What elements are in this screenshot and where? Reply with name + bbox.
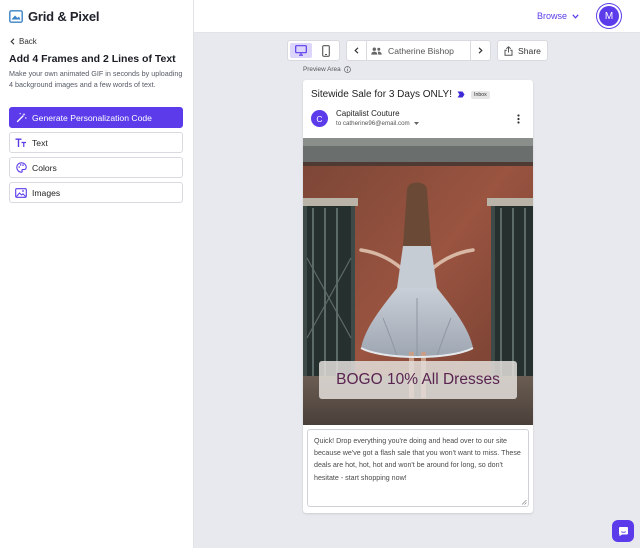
back-link[interactable]: Back <box>10 37 37 46</box>
preview-area-text: Preview Area <box>303 66 341 73</box>
text-format-icon <box>15 137 27 149</box>
more-options-icon[interactable] <box>517 114 520 124</box>
image-icon <box>15 187 27 199</box>
mobile-icon <box>322 44 330 57</box>
chevron-right-icon <box>478 47 483 54</box>
persona-selector: Catherine Bishop <box>346 40 491 61</box>
chevron-down-icon <box>572 13 579 19</box>
chevron-left-icon <box>10 38 15 45</box>
next-persona-button[interactable] <box>470 41 490 60</box>
magic-wand-icon <box>15 112 27 124</box>
resize-grip-icon[interactable] <box>521 499 527 505</box>
email-subject-row: Sitewide Sale for 3 Days ONLY! Inbox <box>311 89 490 100</box>
sender-avatar: C <box>311 110 328 127</box>
back-label: Back <box>19 37 37 46</box>
email-subject: Sitewide Sale for 3 Days ONLY! <box>311 89 452 100</box>
prev-persona-button[interactable] <box>347 41 367 60</box>
panel-description: Make your own animated GIF in seconds by… <box>9 69 183 89</box>
desktop-view-button[interactable] <box>290 43 312 58</box>
chat-support-button[interactable] <box>612 520 634 542</box>
chevron-left-icon <box>354 47 359 54</box>
browse-menu[interactable]: Browse <box>537 11 579 21</box>
colors-label: Colors <box>32 162 57 173</box>
text-button[interactable]: Text <box>9 132 183 153</box>
share-label: Share <box>518 45 541 56</box>
users-icon <box>371 47 382 55</box>
recipient-line: to catherine96@email.com <box>336 120 419 127</box>
chat-icon <box>618 526 628 536</box>
top-bar: Browse M <box>194 0 640 33</box>
persona-dropdown[interactable]: Catherine Bishop <box>367 46 470 56</box>
browse-label: Browse <box>537 11 568 21</box>
hero-overlay-text: BOGO 10% All Dresses <box>319 361 517 399</box>
generate-code-label: Generate Personalization Code <box>32 112 152 123</box>
info-icon[interactable] <box>343 66 351 73</box>
email-body-text: Quick! Drop everything you're doing and … <box>314 437 521 482</box>
logo-text: Grid & Pixel <box>28 9 100 24</box>
important-marker-icon <box>457 91 465 98</box>
panel-heading: Add 4 Frames and 2 Lines of Text <box>9 53 176 65</box>
logo-icon <box>9 10 23 23</box>
email-preview: Sitewide Sale for 3 Days ONLY! Inbox C C… <box>303 80 533 513</box>
desktop-icon <box>295 45 307 56</box>
mobile-view-button[interactable] <box>315 43 337 58</box>
device-toggle <box>287 40 340 61</box>
inbox-badge: Inbox <box>471 90 490 99</box>
palette-icon <box>15 162 27 174</box>
hero-image: BOGO 10% All Dresses <box>303 138 533 425</box>
colors-button[interactable]: Colors <box>9 157 183 178</box>
recipient-address: to catherine96@email.com <box>336 120 410 127</box>
generate-code-button[interactable]: Generate Personalization Code <box>9 107 183 128</box>
images-label: Images <box>32 187 61 198</box>
preview-area-label: Preview Area <box>303 66 351 73</box>
sidebar: Grid & Pixel Back Add 4 Frames and 2 Lin… <box>0 0 194 548</box>
text-label: Text <box>32 137 48 148</box>
share-icon <box>504 45 513 56</box>
user-avatar[interactable]: M <box>599 6 619 26</box>
caret-down-icon[interactable] <box>413 122 419 125</box>
images-button[interactable]: Images <box>9 182 183 203</box>
logo[interactable]: Grid & Pixel <box>9 9 99 24</box>
persona-name: Catherine Bishop <box>388 45 454 56</box>
email-body-textarea[interactable]: Quick! Drop everything you're doing and … <box>307 429 529 507</box>
sender-name: Capitalist Couture <box>336 109 400 118</box>
share-button[interactable]: Share <box>497 40 548 61</box>
